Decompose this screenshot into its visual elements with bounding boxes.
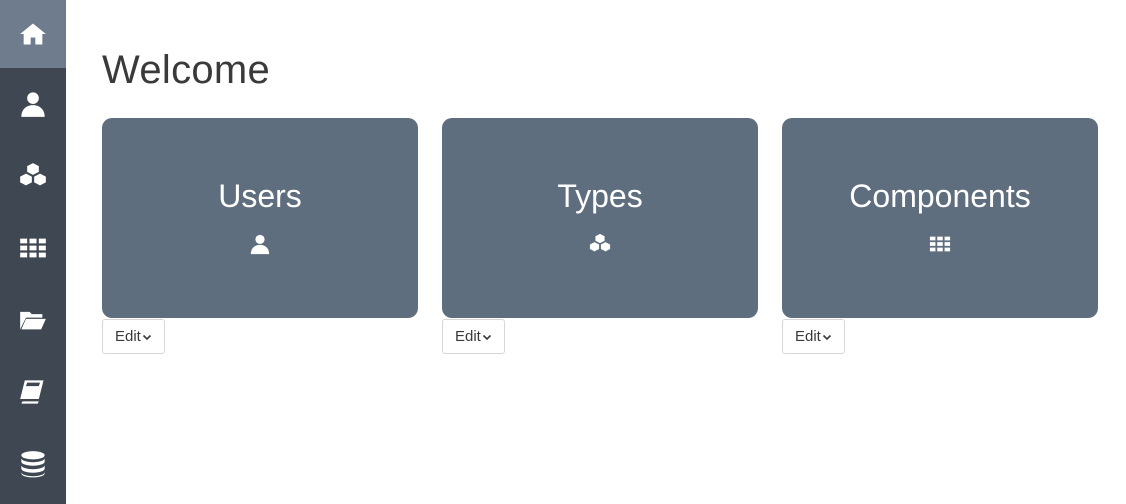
types-card[interactable]: Types [442,118,758,318]
types-edit-button[interactable]: Edit [442,319,505,354]
users-card-title: Users [218,178,302,214]
types-card-wrap: Types Edit [442,118,758,354]
edit-label: Edit [115,328,141,345]
sidebar-item-users[interactable] [0,68,66,140]
components-card[interactable]: Components [782,118,1098,318]
edit-label: Edit [795,328,821,345]
sidebar-item-types[interactable] [0,140,66,212]
chevron-down-icon [822,334,831,340]
folder-open-icon [20,311,46,330]
main-content: Welcome Users Edit Types Edit Components… [102,0,1126,504]
sidebar-item-docs[interactable] [0,356,66,428]
grid-icon [928,232,952,256]
sidebar-item-components[interactable] [0,212,66,284]
types-card-title: Types [557,178,643,214]
users-card-wrap: Users Edit [102,118,418,354]
page-title: Welcome [102,48,271,92]
user-icon [21,92,45,117]
cubes-icon [588,232,612,256]
chevron-down-icon [482,334,491,340]
chevron-down-icon [142,334,151,340]
sidebar-item-database[interactable] [0,428,66,500]
card-grid: Users Edit Types Edit Components Edit [102,118,1098,354]
user-icon [248,232,272,256]
components-edit-button[interactable]: Edit [782,319,845,354]
grid-icon [20,238,46,258]
sidebar-item-home[interactable] [0,0,66,68]
components-card-wrap: Components Edit [782,118,1098,354]
database-icon [21,451,45,478]
cubes-icon [20,163,46,186]
components-card-title: Components [849,178,1031,214]
edit-label: Edit [455,328,481,345]
home-icon [20,23,46,45]
book-icon [20,380,44,404]
sidebar-item-folders[interactable] [0,284,66,356]
users-card[interactable]: Users [102,118,418,318]
users-edit-button[interactable]: Edit [102,319,165,354]
sidebar [0,0,66,504]
